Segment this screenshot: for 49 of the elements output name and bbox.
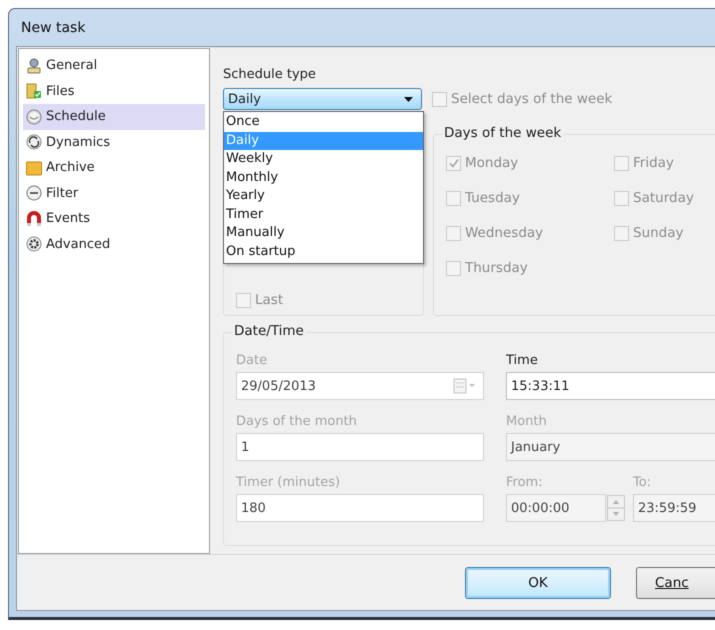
group-title: Days of the week (442, 125, 564, 141)
clock-icon (26, 108, 42, 125)
day-label: Tuesday (465, 190, 520, 206)
field-label: Date (236, 353, 268, 370)
dropdown-option[interactable]: On startup (224, 242, 423, 261)
sidebar-item[interactable]: Advanced (23, 232, 205, 257)
dropdown-option[interactable]: Weekly (224, 150, 423, 168)
input-field[interactable]: 15:33:11 (506, 372, 715, 400)
sidebar-item[interactable]: General (23, 53, 205, 78)
ok-button[interactable]: OK (465, 566, 611, 598)
dropdown-option[interactable]: Monthly (224, 168, 423, 187)
sidebar-item[interactable]: Dynamics (23, 130, 205, 155)
minus-circle-icon (26, 185, 42, 202)
sidebar-item[interactable]: Files (23, 78, 205, 104)
dropdown-option[interactable]: Manually (224, 224, 423, 242)
field-label: From: (506, 475, 544, 492)
sidebar-item[interactable]: Events (23, 206, 205, 232)
day-label: Friday (633, 155, 674, 171)
gear-icon (26, 236, 42, 252)
sidebar-item[interactable]: Filter (23, 180, 205, 206)
group-title: Date/Time (232, 323, 306, 339)
day-label: Thursday (465, 260, 528, 276)
refresh-icon (26, 134, 42, 150)
field-label: Schedule type (223, 67, 317, 84)
magnet-icon (26, 210, 42, 227)
checkbox-label: Select days of the week (451, 91, 612, 107)
field-label: Timer (minutes) (236, 475, 342, 492)
day-label: Saturday (633, 190, 694, 206)
day-label: Monday (465, 155, 518, 171)
field-label: To: (633, 475, 652, 492)
field-label: Days of the month (236, 414, 358, 431)
field-label: Time (506, 353, 539, 370)
day-label: Sunday (633, 225, 684, 241)
checkbox-label: Last (255, 292, 284, 308)
sidebar-item[interactable]: Archive (23, 155, 205, 180)
dropdown-option[interactable]: Timer (224, 206, 423, 224)
window-title: New task (21, 20, 86, 36)
dropdown-option[interactable]: Yearly (224, 187, 423, 206)
spinner-icon[interactable] (607, 495, 625, 521)
folder-icon (26, 160, 42, 176)
folder-check-icon (26, 83, 42, 100)
field-label: Month (506, 414, 548, 431)
dropdown-option[interactable]: Once (224, 113, 423, 132)
person-icon (26, 58, 42, 74)
day-label: Wednesday (465, 225, 544, 241)
sidebar-item[interactable]: Schedule (23, 104, 205, 130)
cancel-button[interactable]: Canc (636, 566, 715, 598)
schedule-type-dropdown[interactable]: Daily (223, 88, 422, 110)
caret-icon (404, 96, 413, 102)
